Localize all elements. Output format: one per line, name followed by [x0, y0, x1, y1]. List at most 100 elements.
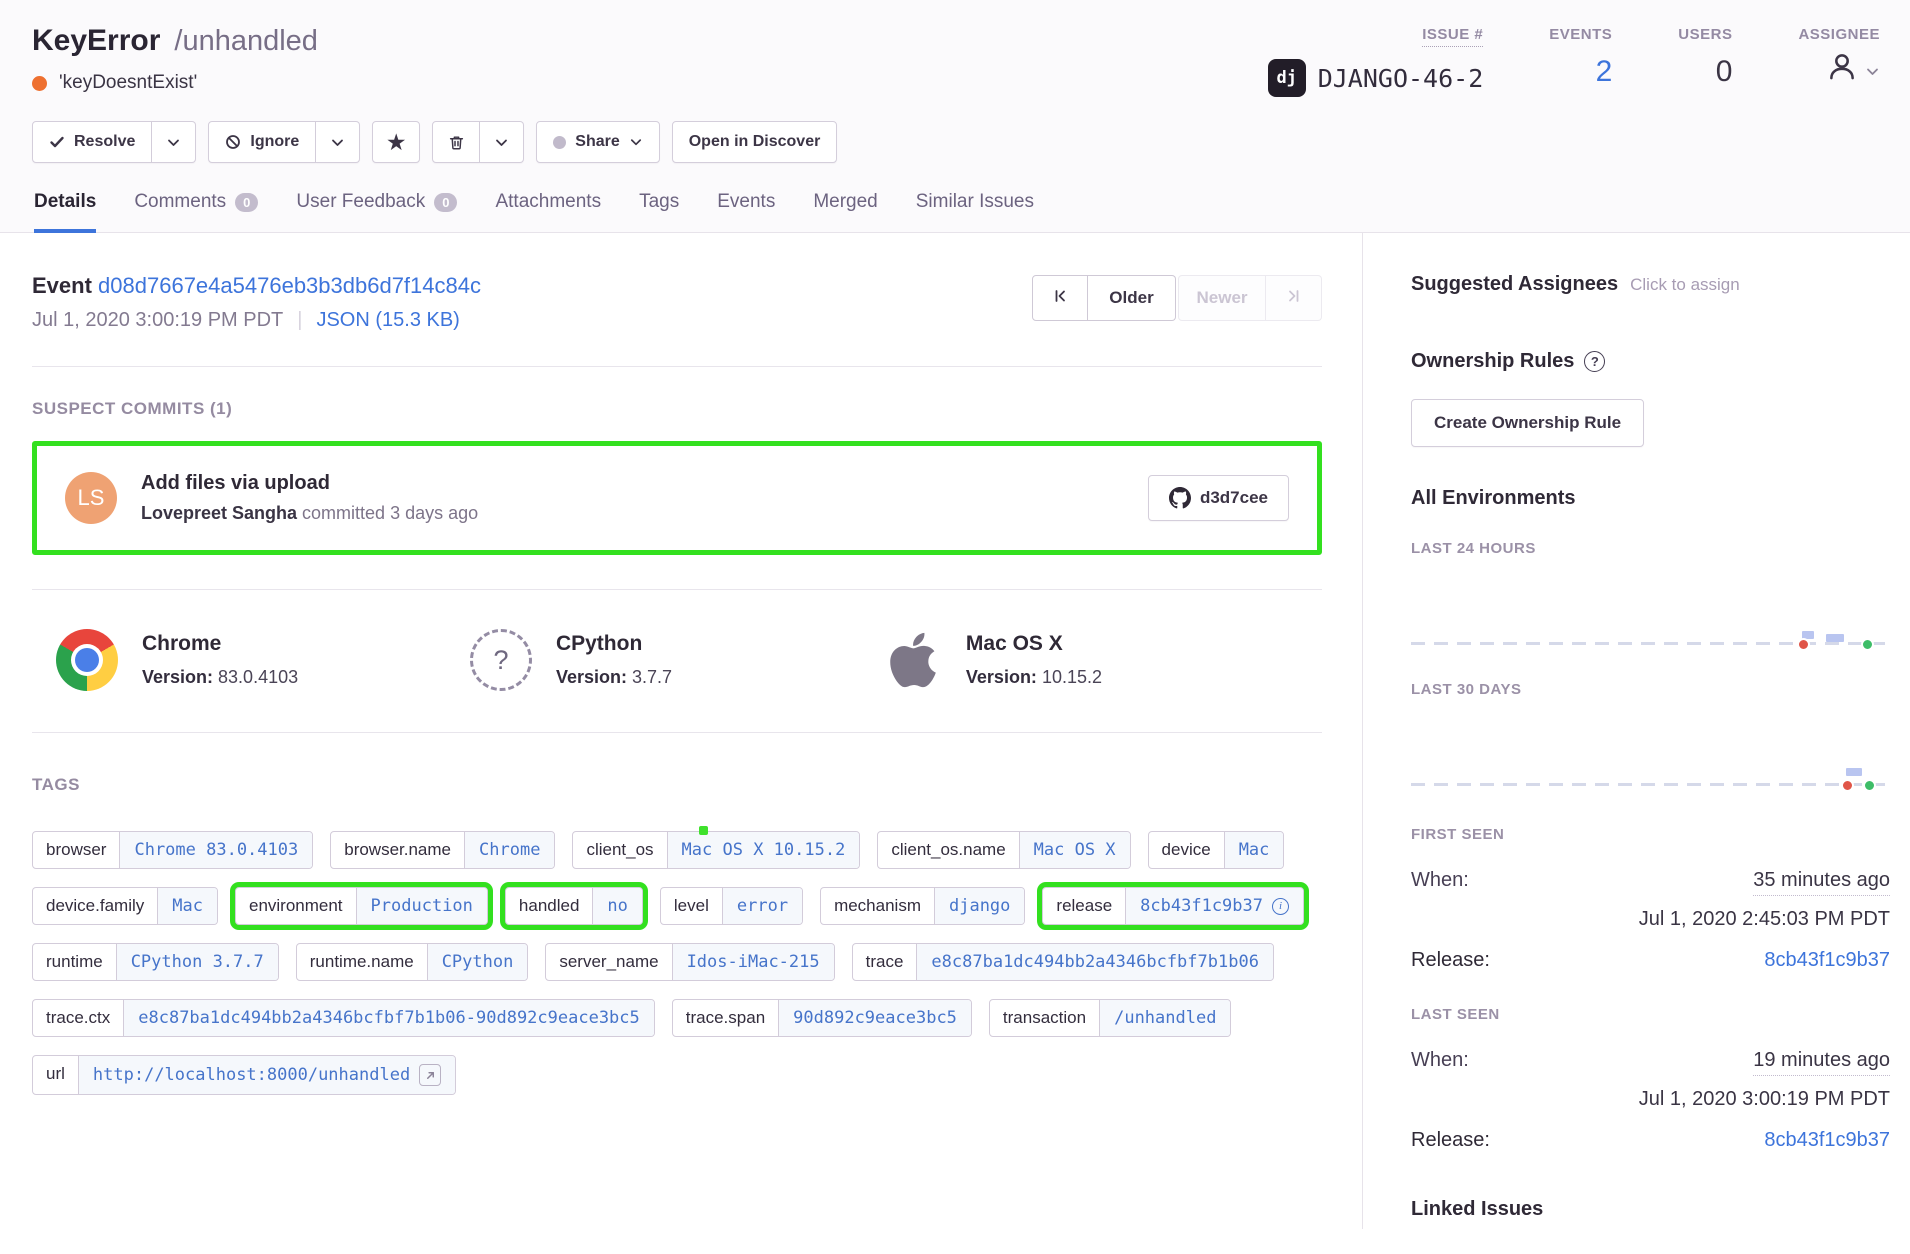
tag-value-link[interactable]: Chrome: [464, 832, 554, 868]
tab-comments[interactable]: Comments0: [134, 191, 258, 233]
tag-release: release8cb43f1c9b37: [1042, 887, 1304, 925]
ignore-button[interactable]: Ignore: [208, 121, 316, 163]
events-count[interactable]: 2: [1596, 55, 1613, 89]
tag-value-link[interactable]: Production: [356, 888, 487, 924]
tab-attachments[interactable]: Attachments: [495, 191, 601, 233]
tag-value-text: 90d892c9eace3bc5: [793, 1008, 957, 1028]
commit-author-name: Lovepreet Sangha: [141, 503, 297, 523]
chevron-down-icon: [166, 135, 181, 150]
tab-label: Events: [717, 191, 775, 213]
tag-value-link[interactable]: django: [934, 888, 1024, 924]
last-seen-heading: LAST SEEN: [1411, 1006, 1890, 1023]
last-seen-release-label: Release:: [1411, 1129, 1490, 1152]
delete-button[interactable]: [432, 121, 480, 163]
sparkline-baseline: [1411, 783, 1890, 786]
context-name: Chrome: [142, 632, 298, 656]
tag-value-link[interactable]: 8cb43f1c9b37: [1125, 888, 1303, 924]
commit-sha-button[interactable]: d3d7cee: [1148, 475, 1289, 521]
tag-value-link[interactable]: Mac OS X 10.15.2: [667, 832, 860, 868]
create-ownership-rule-button[interactable]: Create Ownership Rule: [1411, 399, 1644, 447]
event-id-link[interactable]: d08d7667e4a5476eb3b3db6d7f14c84c: [98, 273, 481, 298]
share-button[interactable]: Share: [536, 121, 659, 163]
tag-value-link[interactable]: CPython: [427, 944, 528, 980]
share-privacy-icon: [553, 136, 566, 149]
tag-value-link[interactable]: Mac: [1224, 832, 1284, 868]
unknown-runtime-icon: [470, 629, 532, 691]
tag-list: browserChrome 83.0.4103browser.nameChrom…: [32, 831, 1322, 1125]
last-24-hours-label: LAST 24 HOURS: [1411, 540, 1890, 557]
action-toolbar: Resolve Ignore ★: [32, 121, 1880, 163]
context-version: Version: 3.7.7: [556, 667, 672, 688]
tag-client-os-name: client_os.nameMac OS X: [877, 831, 1130, 869]
info-icon[interactable]: [1272, 898, 1289, 915]
section-divider: [32, 732, 1322, 733]
tag-value-text: Chrome: [479, 840, 540, 860]
tag-value-link[interactable]: Idos-iMac-215: [672, 944, 834, 980]
context-text: ChromeVersion: 83.0.4103: [142, 632, 298, 688]
assignee-selector[interactable]: [1825, 49, 1880, 91]
tag-device: deviceMac: [1148, 831, 1285, 869]
tab-events[interactable]: Events: [717, 191, 775, 233]
tag-key: mechanism: [821, 888, 934, 924]
tag-value-link[interactable]: Chrome 83.0.4103: [119, 832, 312, 868]
issue-type: KeyError: [32, 24, 160, 58]
chevron-down-icon: [494, 135, 509, 150]
first-seen-when-label: When:: [1411, 869, 1469, 892]
tag-key: device: [1149, 832, 1224, 868]
event-json-link[interactable]: JSON (15.3 KB): [316, 309, 459, 332]
newer-label: Newer: [1196, 288, 1247, 308]
older-event-button[interactable]: Older: [1088, 275, 1176, 321]
external-link-icon[interactable]: [419, 1064, 441, 1086]
ignore-dropdown-button[interactable]: [316, 121, 360, 163]
tag-value-link[interactable]: http://localhost:8000/unhandled: [78, 1056, 455, 1094]
tag-value-link[interactable]: error: [722, 888, 802, 924]
first-seen-absolute: Jul 1, 2020 2:45:03 PM PDT: [1411, 908, 1890, 931]
users-count[interactable]: 0: [1716, 55, 1733, 89]
tag-key: level: [661, 888, 722, 924]
tag-key: transaction: [990, 1000, 1099, 1036]
tab-user-feedback[interactable]: User Feedback0: [296, 191, 457, 233]
tag-value-text: Chrome 83.0.4103: [134, 840, 298, 860]
skip-to-latest-button[interactable]: [1266, 275, 1322, 321]
tab-bar: Details Comments0 User Feedback0 Attachment…: [32, 191, 1880, 232]
tab-details[interactable]: Details: [34, 191, 96, 233]
tag-value-link[interactable]: e8c87ba1dc494bb2a4346bcfbf7b1b06: [916, 944, 1273, 980]
resolve-button[interactable]: Resolve: [32, 121, 152, 163]
tag-value-link[interactable]: Mac: [157, 888, 217, 924]
open-in-discover-label: Open in Discover: [689, 133, 821, 151]
tag-value-link[interactable]: 90d892c9eace3bc5: [778, 1000, 971, 1036]
open-in-discover-button[interactable]: Open in Discover: [672, 121, 838, 163]
tag-value-link[interactable]: e8c87ba1dc494bb2a4346bcfbf7b1b06-90d892c…: [123, 1000, 654, 1036]
delete-dropdown-button[interactable]: [480, 121, 524, 163]
tag-url: urlhttp://localhost:8000/unhandled: [32, 1055, 456, 1095]
tab-merged[interactable]: Merged: [813, 191, 877, 233]
tag-value-text: e8c87ba1dc494bb2a4346bcfbf7b1b06-90d892c…: [138, 1008, 640, 1028]
tag-value-link[interactable]: CPython 3.7.7: [116, 944, 278, 980]
ignore-button-group: Ignore: [208, 121, 360, 163]
tag-client-os: client_osMac OS X 10.15.2: [572, 831, 860, 869]
oldest-event-button[interactable]: [1032, 275, 1088, 321]
tag-value-link[interactable]: no: [592, 888, 641, 924]
issue-number-value[interactable]: dj DJANGO-46-2: [1268, 59, 1484, 97]
issue-title-block: KeyError /unhandled 'keyDoesntExist': [32, 24, 318, 94]
context-text: CPythonVersion: 3.7.7: [556, 632, 672, 688]
issue-short-id: DJANGO-46-2: [1318, 64, 1484, 93]
resolve-dropdown-button[interactable]: [152, 121, 196, 163]
sparkline-bar: [1826, 634, 1844, 642]
first-seen-release-link[interactable]: 8cb43f1c9b37: [1764, 949, 1890, 972]
tag-value-text: django: [949, 896, 1010, 916]
newer-event-button[interactable]: Newer: [1178, 275, 1266, 321]
bookmark-star-button[interactable]: ★: [372, 121, 420, 163]
tab-tags[interactable]: Tags: [639, 191, 679, 233]
tag-value-link[interactable]: /unhandled: [1099, 1000, 1230, 1036]
tag-value-link[interactable]: Mac OS X: [1019, 832, 1130, 868]
sparkline-green-dot: [1863, 779, 1876, 792]
tag-server-name: server_nameIdos-iMac-215: [545, 943, 834, 981]
tag-key: trace.span: [673, 1000, 778, 1036]
issue-number-label: ISSUE #: [1422, 26, 1483, 47]
tab-similar-issues[interactable]: Similar Issues: [916, 191, 1034, 233]
last-seen-release-link[interactable]: 8cb43f1c9b37: [1764, 1129, 1890, 1152]
help-question-icon[interactable]: [1584, 351, 1605, 372]
sparkline-30d: [1411, 698, 1890, 792]
github-icon: [1169, 487, 1191, 509]
